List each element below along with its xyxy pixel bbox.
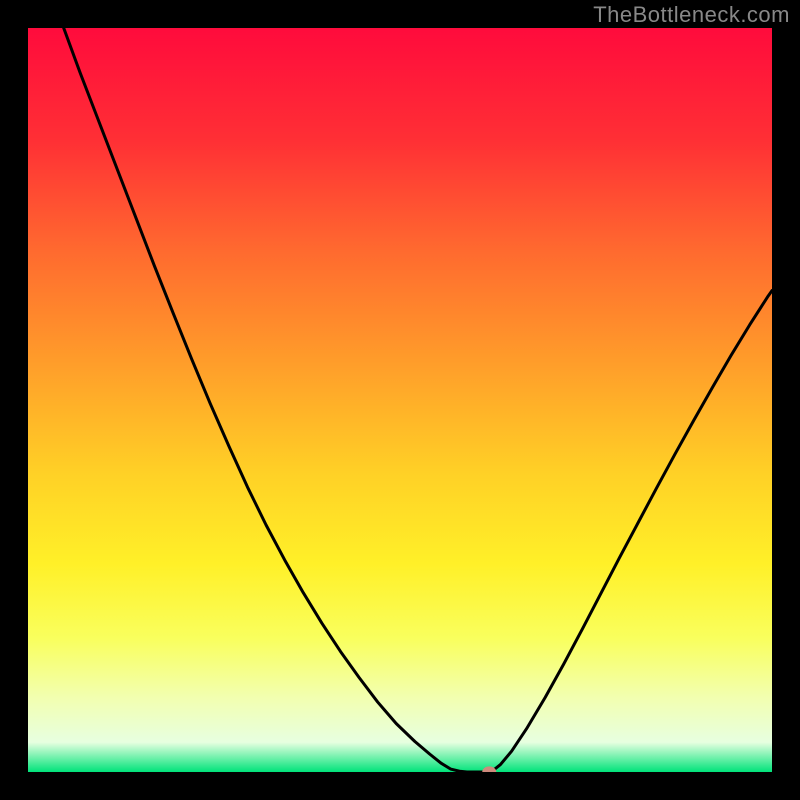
plot-area <box>28 28 772 772</box>
chart-container: TheBottleneck.com <box>0 0 800 800</box>
chart-svg <box>28 28 772 772</box>
watermark-text: TheBottleneck.com <box>593 2 790 28</box>
gradient-background <box>28 28 772 772</box>
